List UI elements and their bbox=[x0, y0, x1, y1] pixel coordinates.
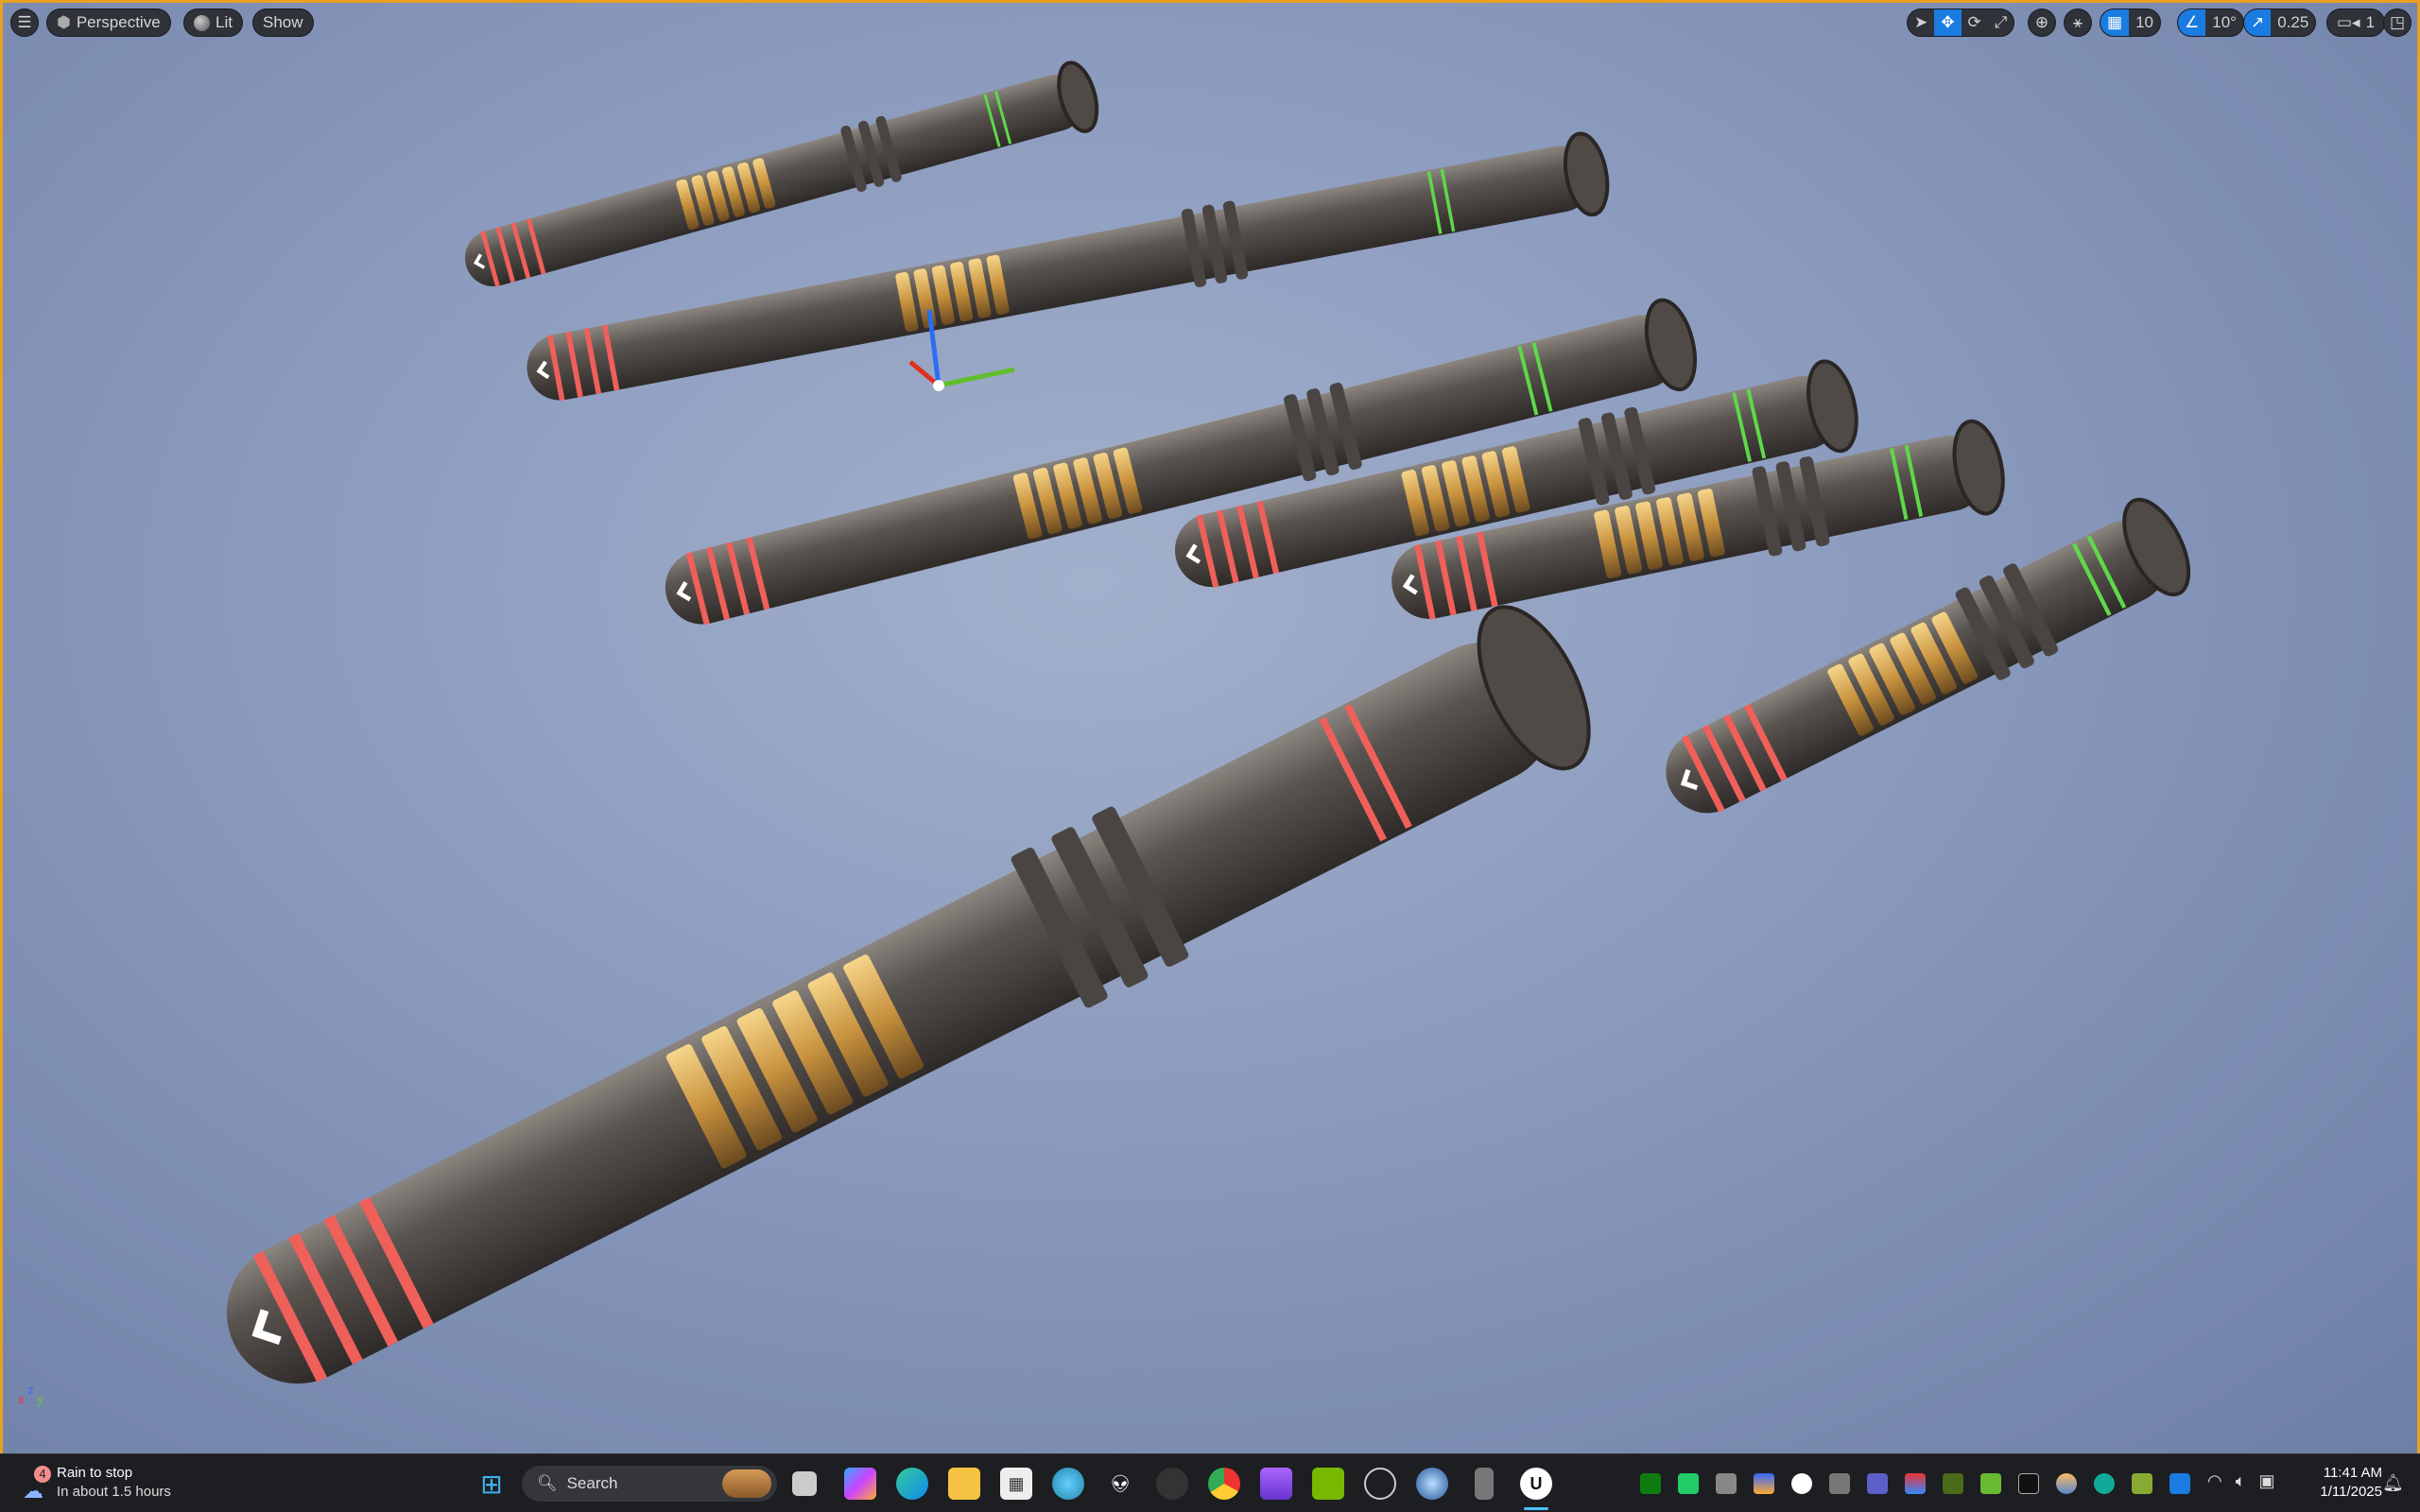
grid-snap-value[interactable]: 10 bbox=[2129, 9, 2160, 36]
scale-arrow-icon[interactable]: ↗ bbox=[2244, 9, 2272, 36]
show-label: Show bbox=[263, 13, 303, 31]
sphere-icon bbox=[194, 14, 210, 31]
tray-sun-icon[interactable] bbox=[2056, 1473, 2077, 1494]
onedrive-off-icon[interactable] bbox=[1829, 1473, 1850, 1494]
globe-icon: ⊕ bbox=[2034, 13, 2049, 31]
notification-icon[interactable]: 🔔︎ bbox=[2382, 1473, 2404, 1493]
search-placeholder: Search bbox=[566, 1474, 618, 1492]
weather-widget[interactable]: ☁ 4 Rain to stop In about 1.5 hours bbox=[21, 1464, 171, 1503]
rotate-tool-icon[interactable]: ⟳ bbox=[1962, 9, 1988, 36]
tray-text-icon[interactable] bbox=[1943, 1473, 1963, 1494]
defender-icon[interactable] bbox=[2169, 1473, 2190, 1494]
store-icon[interactable]: ▦ bbox=[1000, 1468, 1032, 1500]
volume-icon[interactable]: 🔈︎ bbox=[2236, 1471, 2246, 1491]
tray-download-icon[interactable] bbox=[2094, 1473, 2115, 1494]
weather-icon: ☁ 4 bbox=[21, 1466, 51, 1503]
hamburger-icon: ☰ bbox=[17, 13, 32, 31]
rotation-snap[interactable]: ∠ 10° bbox=[2177, 9, 2244, 37]
search-icon: 🔍︎ bbox=[537, 1474, 558, 1492]
windows-icon: ⊞ bbox=[480, 1469, 503, 1499]
warning-icon[interactable] bbox=[1980, 1473, 2001, 1494]
start-button[interactable]: ⊞ bbox=[475, 1468, 508, 1500]
battery-icon[interactable]: ▣ bbox=[2259, 1471, 2275, 1491]
axis-y: y bbox=[37, 1392, 43, 1406]
grid-icon[interactable]: ▦ bbox=[2100, 9, 2130, 36]
kick-icon[interactable] bbox=[1678, 1473, 1699, 1494]
teams-icon[interactable] bbox=[1867, 1473, 1888, 1494]
scale-tool-icon[interactable]: ⤢ bbox=[1988, 9, 2014, 36]
lit-label: Lit bbox=[216, 13, 233, 31]
camera-speed-value: 1 bbox=[2365, 13, 2376, 31]
obs-icon[interactable] bbox=[1364, 1468, 1396, 1500]
world-local-toggle[interactable]: ⊕ bbox=[2028, 9, 2056, 37]
axis-x: x bbox=[18, 1392, 25, 1406]
move-tool-icon[interactable]: ✥ bbox=[1934, 9, 1962, 36]
copilot-icon[interactable] bbox=[844, 1468, 876, 1500]
device-icon[interactable] bbox=[1475, 1468, 1494, 1500]
clapper-icon[interactable] bbox=[1260, 1468, 1292, 1500]
unreal-engine-icon[interactable]: U bbox=[1520, 1468, 1552, 1500]
weather-title: Rain to stop bbox=[57, 1465, 133, 1481]
rotation-snap-value[interactable]: 10° bbox=[2205, 9, 2243, 36]
tray-list-icon[interactable] bbox=[2132, 1473, 2152, 1494]
nvidia-icon[interactable] bbox=[1312, 1468, 1344, 1500]
grid-snap[interactable]: ▦ 10 bbox=[2100, 9, 2161, 37]
axis-z: z bbox=[27, 1383, 34, 1397]
camera-speed-button[interactable]: ▭◂ 1 bbox=[2326, 9, 2386, 37]
globe-app-icon[interactable] bbox=[1052, 1468, 1084, 1500]
epic-games-icon[interactable] bbox=[2018, 1473, 2039, 1494]
lit-button[interactable]: Lit bbox=[183, 9, 243, 37]
edge-icon[interactable] bbox=[896, 1468, 928, 1500]
scale-snap[interactable]: ↗ 0.25 bbox=[2243, 9, 2317, 37]
angle-icon[interactable]: ∠ bbox=[2178, 9, 2206, 36]
surface-snap-icon: ⚹ bbox=[2072, 13, 2083, 31]
scale-snap-value[interactable]: 0.25 bbox=[2271, 9, 2315, 36]
viewport-menu-button[interactable]: ☰ bbox=[10, 9, 39, 37]
transform-tools: ➤ ✥ ⟳ ⤢ bbox=[1907, 9, 2015, 37]
xbox-icon[interactable] bbox=[1640, 1473, 1661, 1494]
app-icon[interactable] bbox=[1156, 1468, 1188, 1500]
clock[interactable]: 11:41 AM 1/11/2025 bbox=[2297, 1464, 2382, 1502]
maximize-viewport-button[interactable]: ◳ bbox=[2383, 9, 2411, 37]
viewport-scene[interactable] bbox=[3, 3, 2420, 1453]
select-tool-icon[interactable]: ➤ bbox=[1908, 9, 1934, 36]
show-button[interactable]: Show bbox=[252, 9, 314, 37]
perspective-button[interactable]: ⬢ Perspective bbox=[46, 9, 171, 37]
file-explorer-icon[interactable] bbox=[948, 1468, 980, 1500]
task-view-icon[interactable] bbox=[792, 1471, 817, 1496]
surface-snap-button[interactable]: ⚹ bbox=[2064, 9, 2092, 37]
tray-app-icon[interactable] bbox=[1716, 1473, 1737, 1494]
search-highlight-image bbox=[722, 1469, 771, 1498]
camera-icon: ▭◂ bbox=[2337, 13, 2360, 31]
date: 1/11/2025 bbox=[2320, 1484, 2382, 1500]
weather-subtitle: In about 1.5 hours bbox=[57, 1484, 171, 1500]
time: 11:41 AM bbox=[2323, 1465, 2382, 1481]
chrome-icon[interactable] bbox=[1208, 1468, 1240, 1500]
tray-colorful-icon[interactable] bbox=[1754, 1473, 1774, 1494]
windows-taskbar: ☁ 4 Rain to stop In about 1.5 hours ⊞ 🔍︎… bbox=[0, 1453, 2420, 1512]
level-viewport[interactable]: ☰ ⬢ Perspective Lit Show ➤ ✥ ⟳ ⤢ ⊕ ⚹ ▦ 1… bbox=[0, 0, 2420, 1453]
active-app-indicator bbox=[1524, 1507, 1548, 1510]
grammarly-icon[interactable] bbox=[1791, 1473, 1812, 1494]
cube-icon: ⬢ bbox=[57, 13, 71, 31]
engine-rod-mesh[interactable] bbox=[195, 590, 1612, 1423]
taskbar-search[interactable]: 🔍︎ Search bbox=[522, 1466, 777, 1502]
earth-icon[interactable] bbox=[1416, 1468, 1448, 1500]
perspective-label: Perspective bbox=[76, 13, 161, 31]
alienware-icon[interactable]: 👽︎ bbox=[1104, 1468, 1136, 1500]
wifi-icon[interactable]: ◠ bbox=[2207, 1471, 2222, 1491]
tray-app2-icon[interactable] bbox=[1905, 1473, 1926, 1494]
axis-indicator: x z y bbox=[18, 1383, 43, 1406]
maximize-icon: ◳ bbox=[2389, 13, 2406, 31]
weather-badge: 4 bbox=[34, 1466, 51, 1483]
